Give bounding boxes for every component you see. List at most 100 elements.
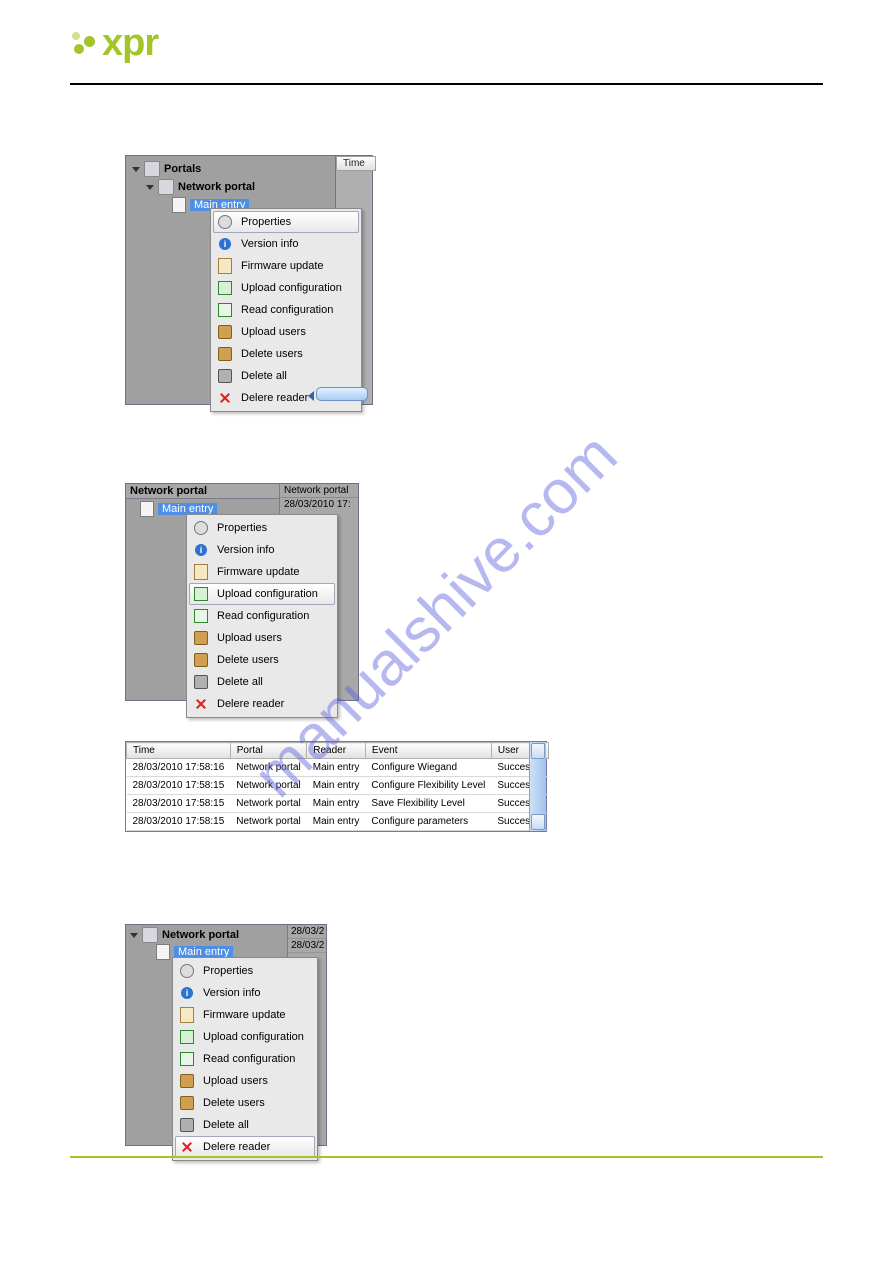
menu-delete-users[interactable]: Delete users (175, 1092, 315, 1114)
context-menu[interactable]: Properties iVersion info Firmware update… (210, 208, 362, 412)
menu-label: Read configuration (217, 610, 309, 622)
panel-delete-reader-context: 28/03/2 28/03/2 Network portal Main entr… (125, 924, 327, 1146)
menu-upload-configuration[interactable]: Upload configuration (213, 277, 359, 299)
menu-read-configuration[interactable]: Read configuration (189, 605, 335, 627)
menu-version-info[interactable]: iVersion info (189, 539, 335, 561)
scroll-down-button[interactable] (531, 814, 545, 830)
cell-event: Configure parameters (365, 813, 491, 831)
firmware-icon (217, 258, 233, 274)
menu-upload-users[interactable]: Upload users (189, 627, 335, 649)
menu-label: Read configuration (203, 1053, 295, 1065)
menu-label: Upload users (203, 1075, 268, 1087)
table-row[interactable]: 28/03/2010 17:58:15 Network portal Main … (127, 795, 549, 813)
cell-event: Save Flexibility Level (365, 795, 491, 813)
cell-event: Configure Wiegand (365, 759, 491, 777)
tree-root-label: Portals (164, 163, 201, 175)
time-column-header: Time (336, 156, 376, 171)
cell-reader: Main entry (307, 759, 366, 777)
menu-upload-users[interactable]: Upload users (175, 1070, 315, 1092)
menu-properties[interactable]: Properties (175, 960, 315, 982)
menu-firmware-update[interactable]: Firmware update (213, 255, 359, 277)
menu-version-info[interactable]: i Version info (175, 982, 315, 1004)
timestamp-cell: 28/03/2010 17: (280, 498, 358, 511)
expand-icon[interactable] (146, 185, 154, 190)
page-header: xpr (0, 0, 893, 73)
menu-delete-users[interactable]: Delete users (213, 343, 359, 365)
menu-delete-all[interactable]: Delete all (175, 1114, 315, 1136)
cell-portal: Network portal (230, 813, 306, 831)
properties-icon (217, 214, 233, 230)
menu-label: Delere reader (217, 698, 284, 710)
panel-main-entry-context: Network portal 28/03/2010 17: Network po… (125, 483, 359, 701)
read-config-icon (193, 608, 209, 624)
col-reader[interactable]: Reader (307, 743, 366, 759)
menu-delete-reader[interactable]: Delere reader (175, 1136, 315, 1158)
menu-label: Version info (217, 544, 274, 556)
events-table: Time Portal Reader Event User 28/03/2010… (125, 741, 547, 832)
firmware-icon (193, 564, 209, 580)
menu-label: Version info (203, 987, 260, 999)
footer-divider (70, 1156, 823, 1158)
delete-all-icon (193, 674, 209, 690)
table-row[interactable]: 28/03/2010 17:58:15 Network portal Main … (127, 777, 549, 795)
col-portal[interactable]: Portal (230, 743, 306, 759)
cell-reader: Main entry (307, 795, 366, 813)
expand-icon[interactable] (132, 167, 140, 172)
table-row[interactable]: 28/03/2010 17:58:15 Network portal Main … (127, 813, 549, 831)
delete-reader-icon (193, 696, 209, 712)
menu-label: Delete all (203, 1119, 249, 1131)
table-row[interactable]: 28/03/2010 17:58:16 Network portal Main … (127, 759, 549, 777)
menu-delete-users[interactable]: Delete users (189, 649, 335, 671)
menu-read-configuration[interactable]: Read configuration (175, 1048, 315, 1070)
properties-icon (179, 963, 195, 979)
menu-label: Firmware update (203, 1009, 286, 1021)
cell-time: 28/03/2010 17:58:16 (127, 759, 231, 777)
menu-label: Delete all (241, 370, 287, 382)
portals-icon (144, 161, 160, 177)
delete-all-icon (217, 368, 233, 384)
menu-properties[interactable]: Properties (213, 211, 359, 233)
cell-event: Configure Flexibility Level (365, 777, 491, 795)
menu-read-configuration[interactable]: Read configuration (213, 299, 359, 321)
menu-firmware-update[interactable]: Firmware update (189, 561, 335, 583)
context-menu[interactable]: Properties i Version info Firmware update… (172, 957, 318, 1161)
menu-label: Delete users (217, 654, 279, 666)
tree-portal[interactable]: Network portal (132, 178, 366, 196)
delete-users-icon (179, 1095, 195, 1111)
menu-delete-all[interactable]: Delete all (213, 365, 359, 387)
col-time[interactable]: Time (127, 743, 231, 759)
reader-icon (140, 501, 154, 517)
properties-icon (193, 520, 209, 536)
scroll-left-icon[interactable] (308, 391, 314, 401)
panel-portals-tree: Time Portals Network portal Main entry (125, 155, 373, 405)
menu-label: Read configuration (241, 304, 333, 316)
page: xpr manualshive.com Time Portals (0, 0, 893, 1206)
menu-upload-configuration[interactable]: Upload configuration (189, 583, 335, 605)
menu-delete-reader[interactable]: Delere reader (189, 693, 335, 715)
delete-users-icon (217, 346, 233, 362)
menu-upload-configuration[interactable]: Upload configuration (175, 1026, 315, 1048)
menu-delete-all[interactable]: Delete all (189, 671, 335, 693)
delete-users-icon (193, 652, 209, 668)
read-config-icon (179, 1051, 195, 1067)
scroll-up-button[interactable] (531, 743, 545, 759)
menu-firmware-update[interactable]: Firmware update (175, 1004, 315, 1026)
expand-icon[interactable] (130, 933, 138, 938)
vertical-scrollbar[interactable] (529, 742, 546, 831)
content: Time Portals Network portal Main entry (0, 85, 893, 1146)
delete-all-icon (179, 1117, 195, 1133)
network-portal-icon (158, 179, 174, 195)
logo: xpr (70, 22, 893, 65)
tree-root[interactable]: Portals (132, 160, 366, 178)
scrollbar-handle[interactable] (316, 387, 368, 401)
menu-upload-users[interactable]: Upload users (213, 321, 359, 343)
portal-label: Network portal (162, 929, 239, 941)
menu-version-info[interactable]: iVersion info (213, 233, 359, 255)
upload-users-icon (193, 630, 209, 646)
col-event[interactable]: Event (365, 743, 491, 759)
delete-reader-icon (179, 1139, 195, 1155)
context-menu[interactable]: Properties iVersion info Firmware update… (186, 514, 338, 718)
menu-properties[interactable]: Properties (189, 517, 335, 539)
menu-label: Delete users (241, 348, 303, 360)
info-icon: i (179, 985, 195, 1001)
